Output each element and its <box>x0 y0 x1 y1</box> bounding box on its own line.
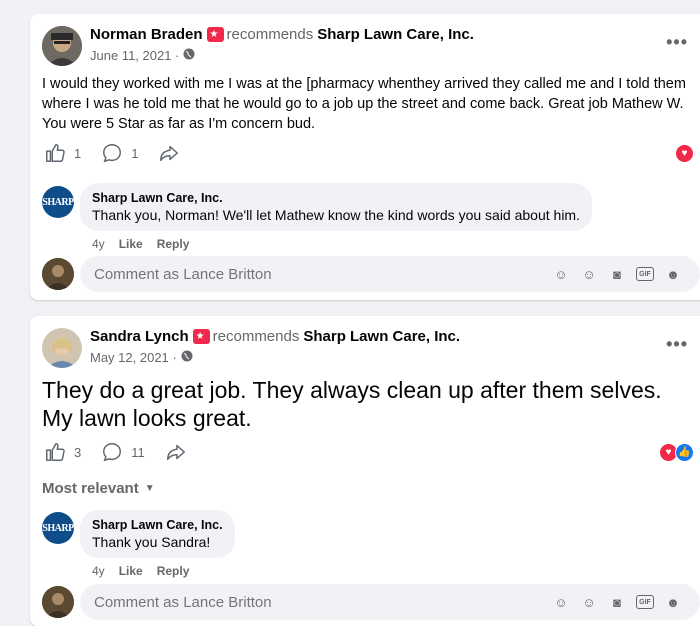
post-header: Sandra Lynch recommends Sharp Lawn Care,… <box>90 328 460 345</box>
reply-reply-button[interactable]: Reply <box>157 564 190 578</box>
comment-count: 1 <box>131 145 139 161</box>
reply-like-button[interactable]: Like <box>119 564 143 578</box>
more-options-icon[interactable]: ••• <box>666 334 688 355</box>
sticker-icon[interactable]: ☻ <box>664 593 682 611</box>
comment-button[interactable]: 11 <box>101 441 145 463</box>
sticker-icon[interactable]: ☻ <box>664 265 682 283</box>
page-name[interactable]: Sharp Lawn Care, Inc. <box>317 26 474 43</box>
current-user-avatar[interactable] <box>42 258 74 290</box>
reply-text: Thank you Sandra! <box>92 534 211 550</box>
author-name[interactable]: Sandra Lynch <box>90 328 189 345</box>
emoji-icon[interactable]: ☺ <box>580 593 598 611</box>
emoji-icon[interactable]: ☺ <box>580 265 598 283</box>
comment-button[interactable]: 1 <box>101 142 138 164</box>
post-date: June 11, 2021 · <box>90 48 195 63</box>
like-reaction-icon: 👍 <box>675 443 694 462</box>
recommend-icon <box>192 329 210 344</box>
reply-meta: 4y Like Reply <box>92 564 203 578</box>
author-avatar[interactable] <box>42 26 82 66</box>
gif-icon[interactable]: GIF <box>636 267 654 281</box>
comment-sort-dropdown[interactable]: Most relevant ▼ <box>42 480 155 497</box>
like-button[interactable]: 1 <box>44 142 81 164</box>
share-icon <box>160 145 179 162</box>
like-count: 3 <box>74 444 82 460</box>
reaction-summary[interactable]: ♥ <box>675 144 694 163</box>
comment-composer: ☺ ☺ ◙ GIF ☻ <box>80 584 700 620</box>
reply-age[interactable]: 4y <box>92 564 105 578</box>
avatar-sticker-icon[interactable]: ☺ <box>552 265 570 283</box>
recommends-label: recommends <box>212 328 300 345</box>
camera-icon[interactable]: ◙ <box>608 593 626 611</box>
avatar-sticker-icon[interactable]: ☺ <box>552 593 570 611</box>
comment-count: 11 <box>131 444 145 460</box>
camera-icon[interactable]: ◙ <box>608 265 626 283</box>
author-avatar[interactable] <box>42 328 82 368</box>
reply-text: Thank you, Norman! We'll let Mathew know… <box>92 207 580 223</box>
post-text: They do a great job. They always clean u… <box>42 377 662 431</box>
page-avatar[interactable]: SHARP <box>42 512 74 544</box>
reply-bubble: Sharp Lawn Care, Inc. Thank you Sandra! <box>80 510 235 558</box>
post-date: May 12, 2021 · <box>90 350 193 365</box>
share-button[interactable] <box>158 142 188 164</box>
comment-input[interactable] <box>92 264 516 284</box>
reaction-summary[interactable]: ♥ 👍 <box>659 443 694 462</box>
sort-label: Most relevant <box>42 480 139 497</box>
reply-like-button[interactable]: Like <box>119 237 143 251</box>
thumbs-up-icon <box>46 144 65 162</box>
share-button[interactable] <box>165 441 195 463</box>
post-card: Norman Braden recommends Sharp Lawn Care… <box>30 14 700 300</box>
comment-input[interactable] <box>92 592 516 612</box>
reply-author[interactable]: Sharp Lawn Care, Inc. <box>92 518 223 532</box>
page-name[interactable]: Sharp Lawn Care, Inc. <box>303 328 460 345</box>
comment-icon <box>103 144 122 163</box>
reply-meta: 4y Like Reply <box>92 237 203 251</box>
date-text[interactable]: May 12, 2021 · <box>90 350 177 365</box>
current-user-avatar[interactable] <box>42 586 74 618</box>
post-text: I would they worked with me I was at the… <box>42 76 686 132</box>
thumbs-up-icon <box>46 443 65 461</box>
author-name[interactable]: Norman Braden <box>90 26 203 43</box>
more-options-icon[interactable]: ••• <box>666 32 688 53</box>
post-card: Sandra Lynch recommends Sharp Lawn Care,… <box>30 316 700 626</box>
composer-tools: ☺ ☺ ◙ GIF ☻ <box>552 593 692 611</box>
caret-down-icon: ▼ <box>144 483 155 494</box>
date-text[interactable]: June 11, 2021 · <box>90 48 179 63</box>
share-icon <box>166 444 185 461</box>
reply-author[interactable]: Sharp Lawn Care, Inc. <box>92 191 580 205</box>
comment-composer: ☺ ☺ ◙ GIF ☻ <box>80 256 700 292</box>
like-button[interactable]: 3 <box>44 441 81 463</box>
like-count: 1 <box>74 145 82 161</box>
love-reaction-icon: ♥ <box>675 144 694 163</box>
post-header: Norman Braden recommends Sharp Lawn Care… <box>90 26 474 43</box>
post-actions: 3 11 <box>44 441 215 463</box>
comment-icon <box>103 443 122 462</box>
recommend-icon <box>206 27 224 42</box>
globe-icon <box>181 350 193 365</box>
gif-icon[interactable]: GIF <box>636 595 654 609</box>
reply-age[interactable]: 4y <box>92 237 105 251</box>
recommends-label: recommends <box>226 26 314 43</box>
page-avatar[interactable]: SHARP <box>42 186 74 218</box>
globe-icon <box>183 48 195 63</box>
reply-reply-button[interactable]: Reply <box>157 237 190 251</box>
reply-bubble: Sharp Lawn Care, Inc. Thank you, Norman!… <box>80 183 592 231</box>
composer-tools: ☺ ☺ ◙ GIF ☻ <box>552 265 692 283</box>
post-actions: 1 1 <box>44 142 208 164</box>
